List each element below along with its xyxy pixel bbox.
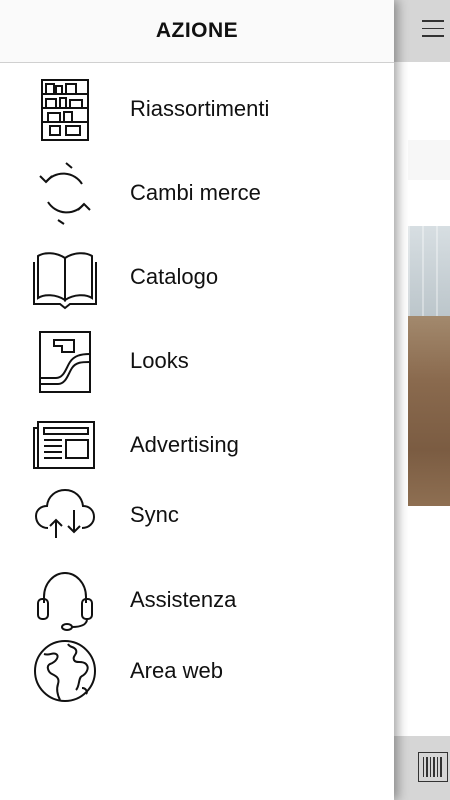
menu-item-riassortimenti[interactable]: Riassortimenti [0,74,394,144]
menu-item-catalogo[interactable]: Catalogo [0,242,394,312]
menu-label-assistenza: Assistenza [130,587,237,612]
background-app-footer [394,736,450,800]
side-drawer: AZIONE Riassortimenti Cambi merce Catalo… [0,0,394,800]
headset-icon [32,567,98,633]
menu-label-catalogo: Catalogo [130,264,219,289]
menu-item-sync[interactable]: Sync [0,480,394,550]
menu-item-assistenza[interactable]: Assistenza [0,565,394,635]
globe-icon [32,638,98,704]
background-banner [408,140,450,180]
menu-label-sync: Sync [130,502,179,527]
menu-item-advertising[interactable]: Advertising [0,410,394,480]
menu-label-looks: Looks [130,348,189,373]
menu-item-cambi-merce[interactable]: Cambi merce [0,158,394,228]
open-book-icon [32,244,98,310]
menu-label-riassortimenti: Riassortimenti [130,96,270,121]
shelves-icon [32,76,98,142]
background-photo [408,226,450,506]
newspaper-icon [32,412,98,478]
drawer-title: AZIONE [155,19,239,42]
barcode-icon[interactable] [418,752,448,782]
menu-label-advertising: Advertising [130,432,239,457]
menu-item-area-web[interactable]: Area web [0,636,394,706]
drawer-header: AZIONE [0,0,394,63]
hamburger-icon[interactable] [422,20,444,38]
background-app-header [394,0,450,62]
background-app [394,0,450,800]
cloud-sync-icon [32,482,98,548]
menu-label-cambi-merce: Cambi merce [130,180,261,205]
looks-icon [32,328,98,394]
menu-label-area-web: Area web [130,658,223,683]
sync-arrows-icon [32,160,98,226]
menu-item-looks[interactable]: Looks [0,326,394,396]
